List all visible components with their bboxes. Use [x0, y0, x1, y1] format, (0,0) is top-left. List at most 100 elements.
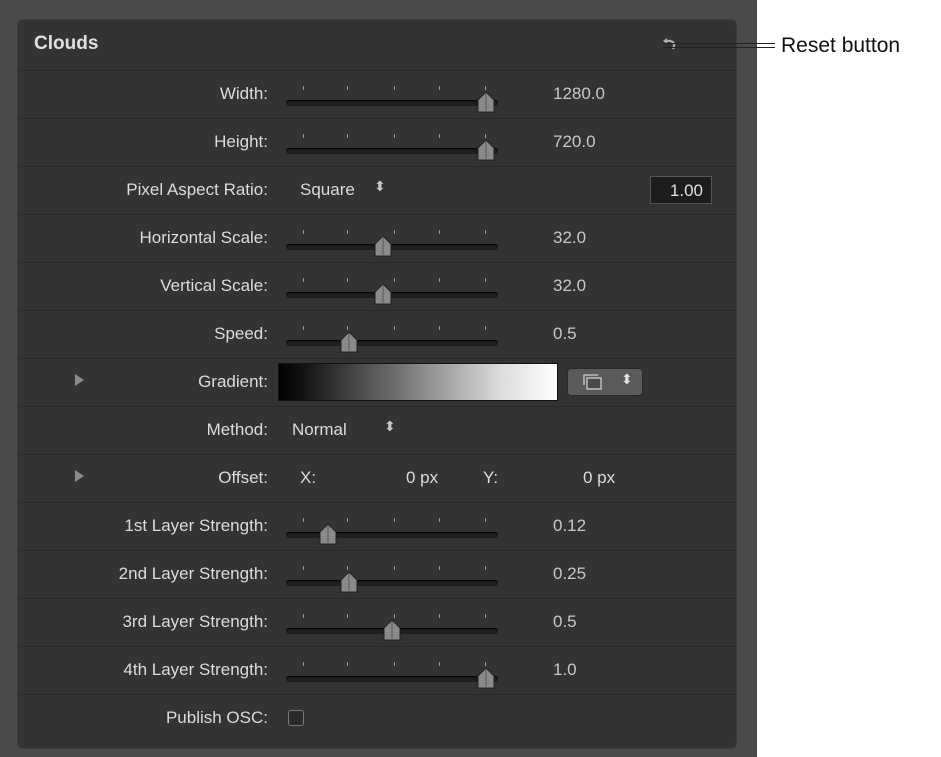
slider-tick: [439, 614, 440, 618]
layer1-strength-label: 1st Layer Strength:: [124, 516, 268, 535]
height-slider[interactable]: [286, 129, 498, 161]
clouds-parameter-panel: Clouds Width: 1280.0 Height: 720.0 Pixel…: [17, 19, 737, 749]
gradient-label: Gradient:: [198, 372, 268, 391]
slider-track[interactable]: [286, 532, 498, 538]
pixel-aspect-ratio-label: Pixel Aspect Ratio:: [126, 180, 268, 199]
panel-title: Clouds: [34, 33, 99, 54]
slider-track[interactable]: [286, 292, 498, 298]
slider-tick: [347, 662, 348, 666]
offset-x-field[interactable]: 0 px: [406, 468, 438, 488]
slider-tick: [347, 230, 348, 234]
horizontal-scale-label: Horizontal Scale:: [139, 228, 268, 247]
slider-tick: [394, 518, 395, 522]
slider-thumb[interactable]: [477, 667, 495, 689]
offset-y-field[interactable]: 0 px: [583, 468, 615, 488]
layer4-strength-slider[interactable]: [286, 657, 498, 689]
width-slider[interactable]: [286, 81, 498, 113]
slider-tick: [303, 86, 304, 90]
popup-arrows-icon[interactable]: ⬍: [374, 178, 386, 195]
publish-osc-checkbox[interactable]: [288, 710, 304, 726]
layer3-strength-value[interactable]: 0.5: [553, 612, 577, 632]
slider-tick: [347, 86, 348, 90]
gradient-row: Gradient: ⬍: [18, 358, 736, 407]
layer1-strength-slider[interactable]: [286, 513, 498, 545]
layer1-strength-value[interactable]: 0.12: [553, 516, 586, 536]
slider-tick: [394, 566, 395, 570]
vertical-scale-value[interactable]: 32.0: [553, 276, 586, 296]
slider-tick: [347, 566, 348, 570]
slider-thumb[interactable]: [340, 571, 358, 593]
slider-tick: [347, 326, 348, 330]
vertical-scale-slider[interactable]: [286, 273, 498, 305]
slider-track[interactable]: [286, 244, 498, 250]
slider-tick: [303, 134, 304, 138]
slider-tick: [439, 326, 440, 330]
vertical-scale-row: Vertical Scale: 32.0: [18, 262, 736, 311]
slider-tick: [394, 614, 395, 618]
pixel-aspect-ratio-popup[interactable]: Square: [300, 180, 355, 200]
slider-thumb[interactable]: [383, 619, 401, 641]
method-row: Method: Normal ⬍: [18, 406, 736, 455]
layer4-strength-value[interactable]: 1.0: [553, 660, 577, 680]
width-row: Width: 1280.0: [18, 70, 736, 119]
slider-tick: [303, 566, 304, 570]
slider-thumb[interactable]: [477, 139, 495, 161]
slider-track[interactable]: [286, 676, 498, 682]
slider-thumb[interactable]: [340, 331, 358, 353]
slider-tick: [347, 278, 348, 282]
slider-thumb[interactable]: [319, 523, 337, 545]
speed-value[interactable]: 0.5: [553, 324, 577, 344]
slider-tick: [394, 326, 395, 330]
slider-thumb[interactable]: [374, 235, 392, 257]
method-popup[interactable]: Normal: [292, 420, 347, 440]
horizontal-scale-value[interactable]: 32.0: [553, 228, 586, 248]
slider-track[interactable]: [286, 100, 498, 106]
gradient-preview[interactable]: [278, 363, 558, 401]
slider-tick: [485, 326, 486, 330]
slider-track[interactable]: [286, 340, 498, 346]
offset-y-label: Y:: [483, 468, 499, 487]
width-label: Width:: [219, 84, 268, 103]
pixel-aspect-ratio-row: Pixel Aspect Ratio: Square ⬍ 1.00: [18, 166, 736, 215]
slider-tick: [485, 662, 486, 666]
speed-label: Speed:: [214, 324, 268, 343]
horizontal-scale-slider[interactable]: [286, 225, 498, 257]
layer2-strength-slider[interactable]: [286, 561, 498, 593]
offset-x-label: X:: [300, 468, 317, 487]
horizontal-scale-row: Horizontal Scale: 32.0: [18, 214, 736, 263]
callout-line: [663, 43, 775, 44]
gradient-preset-button[interactable]: ⬍: [567, 368, 643, 396]
speed-row: Speed: 0.5: [18, 310, 736, 359]
layer3-strength-slider[interactable]: [286, 609, 498, 641]
vertical-scale-label: Vertical Scale:: [160, 276, 268, 295]
width-value[interactable]: 1280.0: [553, 84, 605, 104]
layer2-strength-value[interactable]: 0.25: [553, 564, 586, 584]
slider-tick: [303, 518, 304, 522]
layer1-strength-row: 1st Layer Strength: 0.12: [18, 502, 736, 551]
slider-tick: [439, 134, 440, 138]
publish-osc-label: Publish OSC:: [165, 708, 268, 727]
popup-arrows-icon[interactable]: ⬍: [384, 418, 396, 435]
slider-tick: [347, 134, 348, 138]
slider-track[interactable]: [286, 580, 498, 586]
slider-tick: [303, 278, 304, 282]
reset-arrow-icon[interactable]: [661, 32, 681, 52]
disclosure-triangle-icon[interactable]: [75, 374, 84, 386]
slider-tick: [485, 134, 486, 138]
slider-tick: [439, 518, 440, 522]
callout-line: [663, 47, 775, 48]
slider-tick: [439, 662, 440, 666]
slider-tick: [394, 662, 395, 666]
slider-thumb[interactable]: [477, 91, 495, 113]
slider-thumb[interactable]: [374, 283, 392, 305]
callout-label: Reset button: [781, 34, 901, 57]
slider-tick: [439, 278, 440, 282]
layer3-strength-label: 3rd Layer Strength:: [122, 612, 268, 631]
disclosure-triangle-icon[interactable]: [75, 470, 84, 482]
slider-track[interactable]: [286, 148, 498, 154]
slider-tick: [485, 614, 486, 618]
speed-slider[interactable]: [286, 321, 498, 353]
publish-osc-row: Publish OSC:: [18, 694, 736, 743]
height-value[interactable]: 720.0: [553, 132, 596, 152]
pixel-aspect-ratio-field[interactable]: 1.00: [650, 176, 712, 204]
